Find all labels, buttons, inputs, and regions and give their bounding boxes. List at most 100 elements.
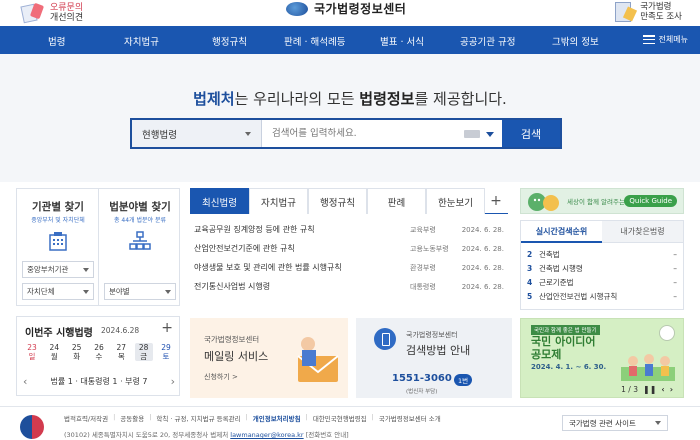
news-title[interactable]: 전기통신사업법 시행령 bbox=[190, 281, 410, 292]
footer-separator: | bbox=[113, 413, 116, 421]
ranking-row[interactable]: 4 근로기준법 – bbox=[521, 275, 683, 289]
quick-guide-banner[interactable]: 세상이 함께 알려주는 국법 Quick Guide bbox=[520, 188, 684, 214]
category-finder-title[interactable]: 법분야별 찾기 bbox=[99, 199, 181, 214]
chevron-down-icon bbox=[655, 421, 661, 425]
mascot-icon bbox=[528, 193, 559, 211]
news-tab[interactable]: 판례 bbox=[367, 188, 426, 214]
mailing-line1: 국가법령정보센터 bbox=[204, 335, 260, 344]
quick-guide-badge: Quick Guide bbox=[624, 195, 677, 207]
feedback-link[interactable]: 오류문의 개선의견 bbox=[20, 2, 83, 24]
main-nav: 법령 자치법규 행정규칙 판례 · 해석례등 별표 · 서식 공공기관 규정 그… bbox=[0, 26, 700, 54]
keyboard-icon[interactable] bbox=[464, 130, 480, 138]
nav-item-admin-rules[interactable]: 행정규칙 bbox=[212, 34, 247, 48]
weekly-day[interactable]: 27 목 bbox=[112, 343, 130, 361]
agency-finder: 기관별 찾기 중앙부처 및 자치단체 중앙부처기관 자치단체 bbox=[17, 189, 98, 305]
news-title[interactable]: 야생생물 보호 및 관리에 관한 법률 시행규칙 bbox=[190, 262, 410, 273]
news-row[interactable]: 교육공무원 징계양정 등에 관한 규칙 교육부령 2024. 6. 28. bbox=[190, 220, 508, 239]
footer-link[interactable]: 공동활용 bbox=[120, 413, 144, 423]
footer-link[interactable]: 국가법령정보센터 소개 bbox=[379, 413, 441, 423]
survey-icon bbox=[611, 0, 638, 24]
plus-icon[interactable]: + bbox=[161, 320, 173, 336]
chevron-right-icon[interactable]: › bbox=[670, 385, 673, 394]
nav-item-local-laws[interactable]: 자치법규 bbox=[124, 34, 159, 48]
ranking-tab[interactable]: 실시간검색순위 bbox=[521, 221, 602, 243]
nav-item-precedents[interactable]: 판례 · 해석례등 bbox=[284, 34, 346, 48]
footer-links: 법적효력/저작권 | 공동활용 | 학칙 · 규정, 지치법규 등록관리 | 개인정보처리방… bbox=[64, 413, 441, 423]
all-menu-button[interactable]: 전체메뉴 bbox=[642, 34, 688, 45]
news-row[interactable]: 전기통신사업법 시행령 대통령령 2024. 6. 28. bbox=[190, 277, 508, 296]
all-menu-label: 전체메뉴 bbox=[658, 35, 688, 44]
weekly-counts[interactable]: 법률 1 · 대통령령 1 · 부령 7 bbox=[50, 376, 147, 387]
mailing-line2: 메일링 서비스 bbox=[204, 350, 269, 363]
nav-item-other-info[interactable]: 그밖의 정보 bbox=[552, 34, 599, 48]
related-sites-select[interactable]: 국가법령 관련 사이트 bbox=[562, 415, 668, 431]
feedback-line2: 개선의견 bbox=[50, 13, 84, 23]
search-button[interactable]: 검색 bbox=[502, 120, 560, 147]
news-title[interactable]: 교육공무원 징계양정 등에 관한 규칙 bbox=[190, 224, 410, 235]
nav-item-public-rules[interactable]: 공공기관 규정 bbox=[460, 34, 515, 48]
ranking-rank: 5 bbox=[527, 291, 533, 301]
site-logo[interactable]: 국가법령정보센터 bbox=[286, 0, 406, 17]
guide-note: (법신자 부담) bbox=[406, 389, 438, 395]
weekly-day[interactable]: 24 월 bbox=[45, 343, 63, 361]
weekly-day[interactable]: 25 화 bbox=[68, 343, 86, 361]
search-guide-card[interactable]: 국가법령정보센터 검색방법 안내 1551-3060 1번 (법신자 부담) bbox=[356, 318, 512, 398]
ranking-label: 산업안전보건법 시행규칙 bbox=[539, 291, 618, 301]
footer-link[interactable]: 법적효력/저작권 bbox=[64, 413, 108, 423]
ranking-row[interactable]: 2 건축법 – bbox=[521, 247, 683, 261]
ranking-tab[interactable]: 내가찾은법령 bbox=[602, 221, 683, 243]
ranking-row[interactable]: 3 건축법 시행령 – bbox=[521, 261, 683, 275]
ranking-row[interactable]: 5 산업안전보건법 시행규칙 – bbox=[521, 289, 683, 303]
news-dept: 고용노동부령 bbox=[410, 244, 449, 253]
news-title[interactable]: 산업안전보건기준에 관한 규칙 bbox=[190, 243, 410, 254]
weekly-day[interactable]: 26 수 bbox=[90, 343, 108, 361]
footer-address: (30102) 세종특별자치시 도움5로 20, 정부세종청사 법제처 lawm… bbox=[64, 431, 349, 439]
footer-email[interactable]: lawmanager@korea.kr bbox=[230, 431, 303, 439]
agency-central-select[interactable]: 중앙부처기관 bbox=[22, 261, 94, 278]
nav-item-laws[interactable]: 법령 bbox=[48, 34, 65, 48]
mailing-illustration-icon bbox=[297, 337, 339, 382]
phone-info-link[interactable]: [전화번호 안내] bbox=[306, 431, 349, 439]
search-input[interactable] bbox=[262, 120, 464, 147]
news-row[interactable]: 산업안전보건기준에 관한 규칙 고용노동부령 2024. 6. 28. bbox=[190, 239, 508, 258]
news-date: 2024. 6. 28. bbox=[461, 225, 504, 234]
mailing-service-card[interactable]: 국가법령정보센터 메일링 서비스 신청하기 > bbox=[190, 318, 348, 398]
weekly-day[interactable]: 28 금 bbox=[134, 343, 153, 361]
chevron-right-icon[interactable]: › bbox=[171, 375, 175, 388]
news-tab[interactable]: 최신법령 bbox=[190, 188, 249, 214]
chevron-down-icon bbox=[83, 289, 89, 294]
weekly-day[interactable]: 23 일 bbox=[23, 343, 41, 361]
ranking-mark: – bbox=[673, 263, 677, 273]
government-emblem-icon bbox=[659, 325, 675, 341]
category-select[interactable]: 분야별 bbox=[104, 283, 176, 300]
weekly-day[interactable]: 29 토 bbox=[157, 343, 175, 361]
survey-link[interactable]: 국가법령 만족도 조사 bbox=[611, 0, 682, 24]
search-dropdown-icon[interactable] bbox=[486, 132, 494, 137]
nav-item-forms[interactable]: 별표 · 서식 bbox=[380, 34, 424, 48]
news-row[interactable]: 야생생물 보호 및 관리에 관한 법률 시행규칙 환경부령 2024. 6. 28. bbox=[190, 258, 508, 277]
weekly-title: 이번주 시행법령 bbox=[25, 328, 93, 339]
news-tab[interactable]: 자치법규 bbox=[249, 188, 308, 214]
footer-link[interactable]: 대한민국현행법령집 bbox=[313, 413, 367, 423]
ranking-mark: – bbox=[673, 291, 677, 301]
footer-link[interactable]: 학칙 · 규정, 지치법규 등록관리 bbox=[156, 413, 240, 423]
mailing-cta[interactable]: 신청하기 > bbox=[204, 372, 238, 382]
ranking-mark: – bbox=[673, 277, 677, 287]
news-tab[interactable]: 한눈보기 bbox=[426, 188, 485, 214]
pause-icon[interactable]: ❚❚ bbox=[643, 385, 656, 394]
news-tab[interactable]: 행정규칙 bbox=[308, 188, 367, 214]
banner-title: 국민 아이디어 공모제 bbox=[531, 335, 596, 361]
search-scope-select[interactable]: 현행법령 bbox=[132, 120, 262, 147]
people-illustration-icon bbox=[621, 354, 675, 381]
agency-finder-title[interactable]: 기관별 찾기 bbox=[17, 199, 99, 214]
banner-date: 2024. 4. 1. ~ 6. 30. bbox=[531, 363, 607, 371]
footer-link[interactable]: 개인정보처리방침 bbox=[253, 413, 301, 423]
news-date: 2024. 6. 28. bbox=[461, 282, 504, 291]
plus-icon[interactable]: + bbox=[485, 188, 507, 214]
ranking-rank: 2 bbox=[527, 249, 533, 259]
chevron-left-icon[interactable]: ‹ bbox=[23, 375, 27, 388]
chevron-left-icon[interactable]: ‹ bbox=[661, 385, 664, 394]
idea-contest-banner[interactable]: 국민과 함께 좋은 법 만들기 국민 아이디어 공모제 2024. 4. 1. … bbox=[520, 318, 684, 398]
agency-local-select[interactable]: 자치단체 bbox=[22, 283, 94, 300]
logo-text: 국가법령정보센터 bbox=[314, 2, 407, 16]
